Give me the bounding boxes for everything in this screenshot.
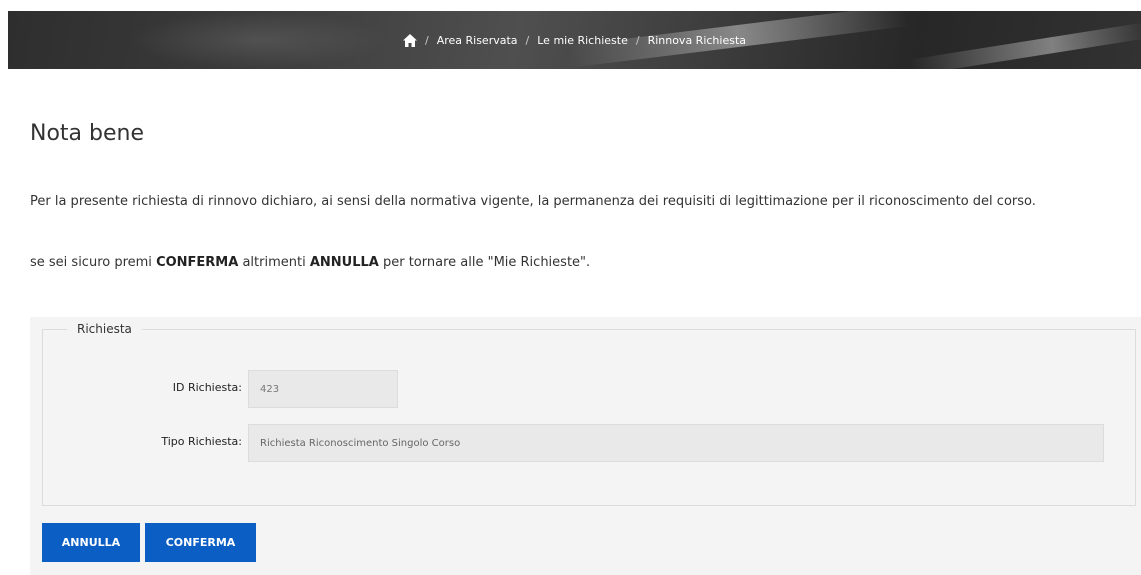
tipo-richiesta-field[interactable]: Richiesta Riconoscimento Singolo Corso: [248, 424, 1104, 462]
confirm-middle: altrimenti: [238, 255, 310, 270]
confirm-keyword: CONFERMA: [156, 255, 239, 270]
breadcrumb-separator: /: [635, 33, 640, 47]
request-fieldset: Richiesta ID Richiesta: 423 Tipo Richies…: [42, 322, 1136, 506]
confirm-suffix: per tornare alle "Mie Richieste".: [378, 255, 591, 270]
notice-text: Per la presente richiesta di rinnovo dic…: [30, 194, 1036, 209]
confirm-prefix: se sei sicuro premi: [30, 255, 157, 270]
fieldset-legend: Richiesta: [67, 322, 142, 336]
confirm-instructions: se sei sicuro premi CONFERMA altrimenti …: [30, 255, 1120, 271]
breadcrumb: / Area Riservata / Le mie Richieste / Ri…: [8, 11, 1141, 69]
id-richiesta-field[interactable]: 423: [248, 370, 398, 408]
form-row-id: ID Richiesta: 423: [43, 370, 1135, 410]
tipo-richiesta-label: Tipo Richiesta:: [161, 435, 242, 448]
cancel-keyword: ANNULLA: [309, 255, 379, 270]
page-title: Nota bene: [30, 121, 144, 146]
breadcrumb-separator: /: [525, 33, 530, 47]
header-banner: / Area Riservata / Le mie Richieste / Ri…: [8, 11, 1141, 69]
breadcrumb-separator: /: [424, 33, 429, 47]
cancel-button[interactable]: ANNULLA: [42, 523, 140, 562]
home-icon[interactable]: [402, 33, 417, 47]
request-panel: Richiesta ID Richiesta: 423 Tipo Richies…: [30, 317, 1141, 575]
form-row-tipo: Tipo Richiesta: Richiesta Riconoscimento…: [43, 424, 1135, 464]
breadcrumb-rinnova-richiesta: Rinnova Richiesta: [647, 33, 747, 47]
breadcrumb-le-mie-richieste[interactable]: Le mie Richieste: [537, 34, 628, 47]
breadcrumb-area-riservata[interactable]: Area Riservata: [437, 34, 518, 47]
id-richiesta-label: ID Richiesta:: [172, 381, 242, 394]
confirm-button[interactable]: CONFERMA: [145, 523, 256, 562]
